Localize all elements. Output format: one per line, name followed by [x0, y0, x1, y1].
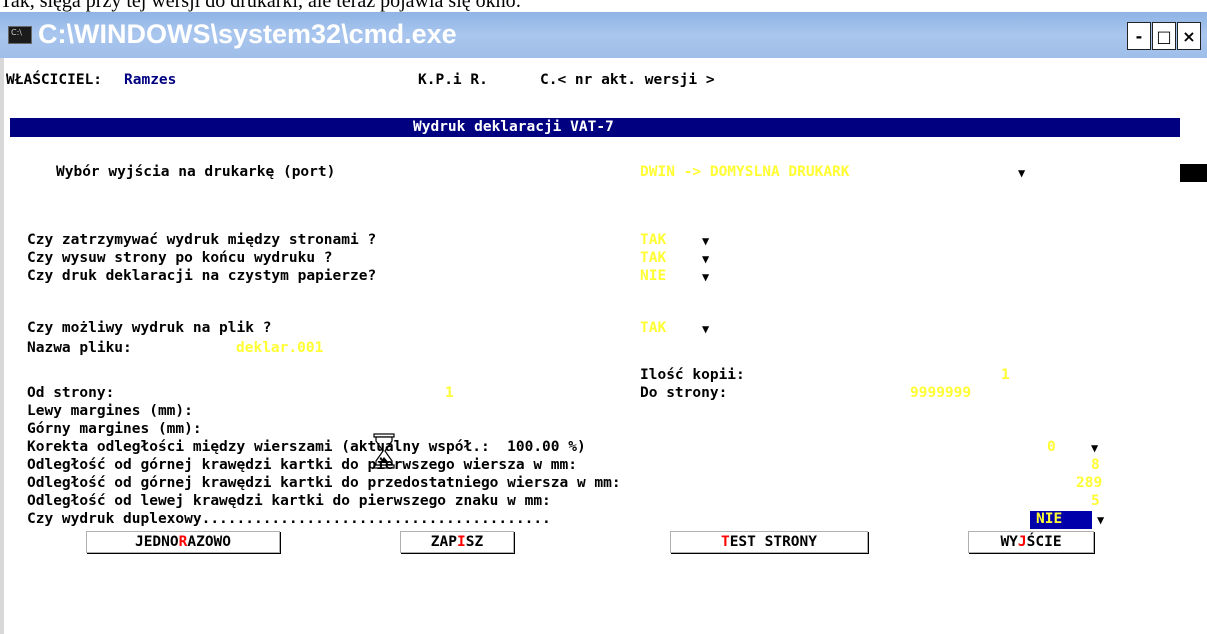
printer-label: Wybór wyjścia na drukarkę (port) [56, 164, 336, 180]
minimize-button[interactable]: - [1127, 22, 1151, 50]
left-edge-input[interactable]: 5 [1091, 493, 1100, 509]
button-text: ZAP [430, 534, 457, 550]
exit-button[interactable]: WY J ŚCIE [968, 531, 1094, 553]
banner-tail [1180, 118, 1207, 137]
button-text: AZOWO [187, 534, 232, 550]
option-value-pause[interactable]: TAK [640, 232, 666, 248]
close-button[interactable]: × [1177, 22, 1201, 50]
duplex-value[interactable]: NIE [1036, 511, 1062, 527]
option-value-feed[interactable]: TAK [640, 250, 666, 266]
dropdown-icon[interactable]: ▼ [702, 252, 709, 266]
top-edge-input[interactable]: 8 [1091, 457, 1100, 473]
owner-value: Ramzes [124, 72, 177, 88]
copies-input[interactable]: 1 [1001, 367, 1010, 383]
to-page-label: Do strony: [640, 385, 728, 401]
console-icon[interactable]: C:\ [8, 26, 32, 44]
page-caption-strip: Tak, sięga przy tej wersji do drukarki, … [0, 0, 1207, 12]
close-icon: × [1182, 26, 1196, 46]
module-name: K.P.i R. [418, 72, 488, 88]
printer-select[interactable]: DWIN -> DOMYSLNA DRUKARK [640, 164, 850, 180]
hotkey-letter: R [178, 534, 188, 550]
button-text: JEDNO [134, 534, 179, 550]
from-page-label: Od strony: [27, 385, 115, 401]
hotkey-letter: J [1017, 534, 1027, 550]
window-title: C:\WINDOWS\system32\cmd.exe [38, 19, 457, 49]
maximize-icon: □ [1156, 26, 1172, 46]
once-button[interactable]: JEDNO R AZOWO [86, 531, 280, 553]
page-caption: Tak, sięga przy tej wersji do drukarki, … [0, 0, 522, 12]
option-value-clean-paper[interactable]: NIE [640, 268, 666, 284]
dropdown-icon[interactable]: ▼ [702, 234, 709, 248]
minimize-icon: - [1135, 26, 1143, 46]
dropdown-icon[interactable]: ▼ [702, 270, 709, 284]
maximize-button[interactable]: □ [1152, 22, 1176, 50]
screen-title: Wydruk deklaracji VAT-7 [413, 119, 614, 135]
button-text: WY [1000, 534, 1018, 550]
file-print-label: Czy możliwy wydruk na plik ? [27, 320, 272, 336]
dropdown-icon[interactable]: ▼ [702, 322, 709, 336]
file-print-value[interactable]: TAK [640, 320, 666, 336]
line-correction-value[interactable]: 0 [1047, 439, 1056, 455]
scroll-marker [1180, 164, 1207, 182]
button-text: SZ [465, 534, 484, 550]
version-info: C.< nr akt. wersji > [540, 72, 715, 88]
top-edge-label: Odległość od górnej krawędzi kartki do p… [27, 457, 577, 473]
test-page-button[interactable]: T EST STRONY [670, 531, 868, 553]
from-page-input[interactable]: 1 [445, 385, 454, 401]
option-label-clean-paper: Czy druk deklaracji na czystym papierze? [27, 268, 377, 284]
pre-last-input[interactable]: 289 [1076, 475, 1102, 491]
button-text: ŚCIE [1026, 534, 1062, 550]
dropdown-icon[interactable]: ▼ [1097, 513, 1104, 527]
file-name-input[interactable]: deklar.001 [236, 340, 323, 356]
button-text: EST STRONY [729, 534, 818, 550]
left-margin-label: Lewy margines (mm): [27, 403, 193, 419]
dropdown-icon[interactable]: ▼ [1091, 441, 1098, 455]
hotkey-letter: I [457, 534, 466, 550]
printer-dropdown-icon[interactable]: ▼ [1018, 166, 1025, 180]
left-edge-label: Odległość od lewej krawędzi kartki do pi… [27, 493, 551, 509]
owner-label: WŁAŚCICIEL: [6, 72, 103, 88]
pre-last-label: Odległość od górnej krawędzi kartki do p… [27, 475, 621, 491]
option-label-pause: Czy zatrzymywać wydruk między stronami ? [27, 232, 377, 248]
copies-label: Ilość kopii: [640, 367, 745, 383]
top-margin-label: Górny margines (mm): [27, 421, 202, 437]
hotkey-letter: T [720, 534, 730, 550]
option-label-feed: Czy wysuw strony po końcu wydruku ? [27, 250, 333, 266]
duplex-label: Czy wydruk duplexowy....................… [27, 511, 551, 527]
file-name-label: Nazwa pliku: [27, 340, 132, 356]
save-button[interactable]: ZAP I SZ [400, 531, 514, 553]
to-page-input[interactable]: 9999999 [910, 385, 971, 401]
line-correction-label: Korekta odległości między wierszami (akt… [27, 439, 586, 455]
